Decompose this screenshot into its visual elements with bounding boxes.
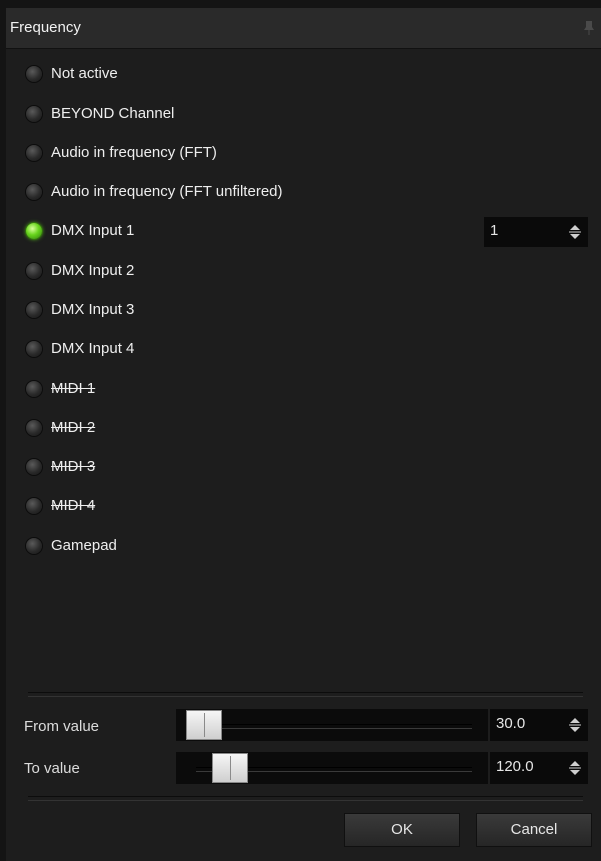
- radio-label: Not active: [51, 65, 118, 82]
- radio-midi-1[interactable]: MIDI 1: [6, 375, 601, 405]
- dmx-channel-value[interactable]: 1: [490, 222, 498, 239]
- from-value-slider[interactable]: [176, 709, 488, 741]
- radio-indicator[interactable]: [26, 498, 42, 514]
- radio-not-active[interactable]: Not active: [6, 60, 601, 90]
- radio-indicator[interactable]: [26, 184, 42, 200]
- from-value-spinbox[interactable]: 30.0: [490, 709, 588, 741]
- from-value-number[interactable]: 30.0: [496, 715, 525, 732]
- radio-label: MIDI 1: [51, 380, 96, 397]
- divider: [28, 796, 583, 801]
- radio-label: DMX Input 3: [51, 301, 135, 318]
- radio-indicator[interactable]: [26, 381, 42, 397]
- to-value-number[interactable]: 120.0: [496, 758, 534, 775]
- radio-beyond-channel[interactable]: BEYOND Channel: [6, 100, 601, 130]
- radio-midi-4[interactable]: MIDI 4: [6, 492, 601, 522]
- radio-dmx-input-2[interactable]: DMX Input 2: [6, 257, 601, 287]
- radio-indicator[interactable]: [26, 106, 42, 122]
- slider-track: [196, 724, 472, 729]
- radio-label: Audio in frequency (FFT unfiltered): [51, 183, 283, 200]
- spin-arrows-icon[interactable]: [568, 716, 582, 734]
- radio-audio-fft[interactable]: Audio in frequency (FFT): [6, 139, 601, 169]
- radio-audio-fft-unfiltered[interactable]: Audio in frequency (FFT unfiltered): [6, 178, 601, 208]
- radio-label: Gamepad: [51, 537, 117, 554]
- window-title: Frequency: [10, 19, 81, 36]
- to-value-label: To value: [24, 760, 80, 777]
- pin-icon[interactable]: [583, 20, 595, 36]
- radio-label: DMX Input 1: [51, 222, 135, 239]
- frequency-dialog: Frequency Not active BEYOND Channel Audi…: [6, 8, 601, 861]
- radio-indicator[interactable]: [26, 538, 42, 554]
- to-value-slider[interactable]: [176, 752, 488, 784]
- radio-label: BEYOND Channel: [51, 105, 175, 122]
- title-bar: Frequency: [6, 8, 601, 49]
- ok-button[interactable]: OK: [344, 813, 460, 847]
- radio-label: MIDI 4: [51, 497, 96, 514]
- spin-arrows-icon[interactable]: [568, 223, 582, 241]
- cancel-button[interactable]: Cancel: [476, 813, 592, 847]
- slider-thumb[interactable]: [186, 710, 222, 740]
- spin-arrows-icon[interactable]: [568, 759, 582, 777]
- radio-label: Audio in frequency (FFT): [51, 144, 217, 161]
- radio-dmx-input-3[interactable]: DMX Input 3: [6, 296, 601, 326]
- dmx-channel-spinbox[interactable]: 1: [484, 217, 588, 247]
- radio-label: MIDI 2: [51, 419, 96, 436]
- radio-dmx-input-1[interactable]: DMX Input 1 1: [6, 217, 601, 247]
- from-value-label: From value: [24, 718, 100, 735]
- radio-indicator[interactable]: [26, 302, 42, 318]
- radio-indicator[interactable]: [26, 66, 42, 82]
- radio-indicator[interactable]: [26, 459, 42, 475]
- to-value-spinbox[interactable]: 120.0: [490, 752, 588, 784]
- slider-thumb[interactable]: [211, 753, 248, 783]
- radio-label: DMX Input 2: [51, 262, 135, 279]
- radio-indicator-selected[interactable]: [26, 223, 42, 239]
- radio-midi-2[interactable]: MIDI 2: [6, 414, 601, 444]
- radio-label: DMX Input 4: [51, 340, 135, 357]
- radio-label: MIDI 3: [51, 458, 96, 475]
- radio-indicator[interactable]: [26, 263, 42, 279]
- radio-indicator[interactable]: [26, 341, 42, 357]
- radio-midi-3[interactable]: MIDI 3: [6, 453, 601, 483]
- divider: [28, 692, 583, 697]
- radio-indicator[interactable]: [26, 420, 42, 436]
- radio-dmx-input-4[interactable]: DMX Input 4: [6, 335, 601, 365]
- radio-indicator[interactable]: [26, 145, 42, 161]
- radio-gamepad[interactable]: Gamepad: [6, 532, 601, 562]
